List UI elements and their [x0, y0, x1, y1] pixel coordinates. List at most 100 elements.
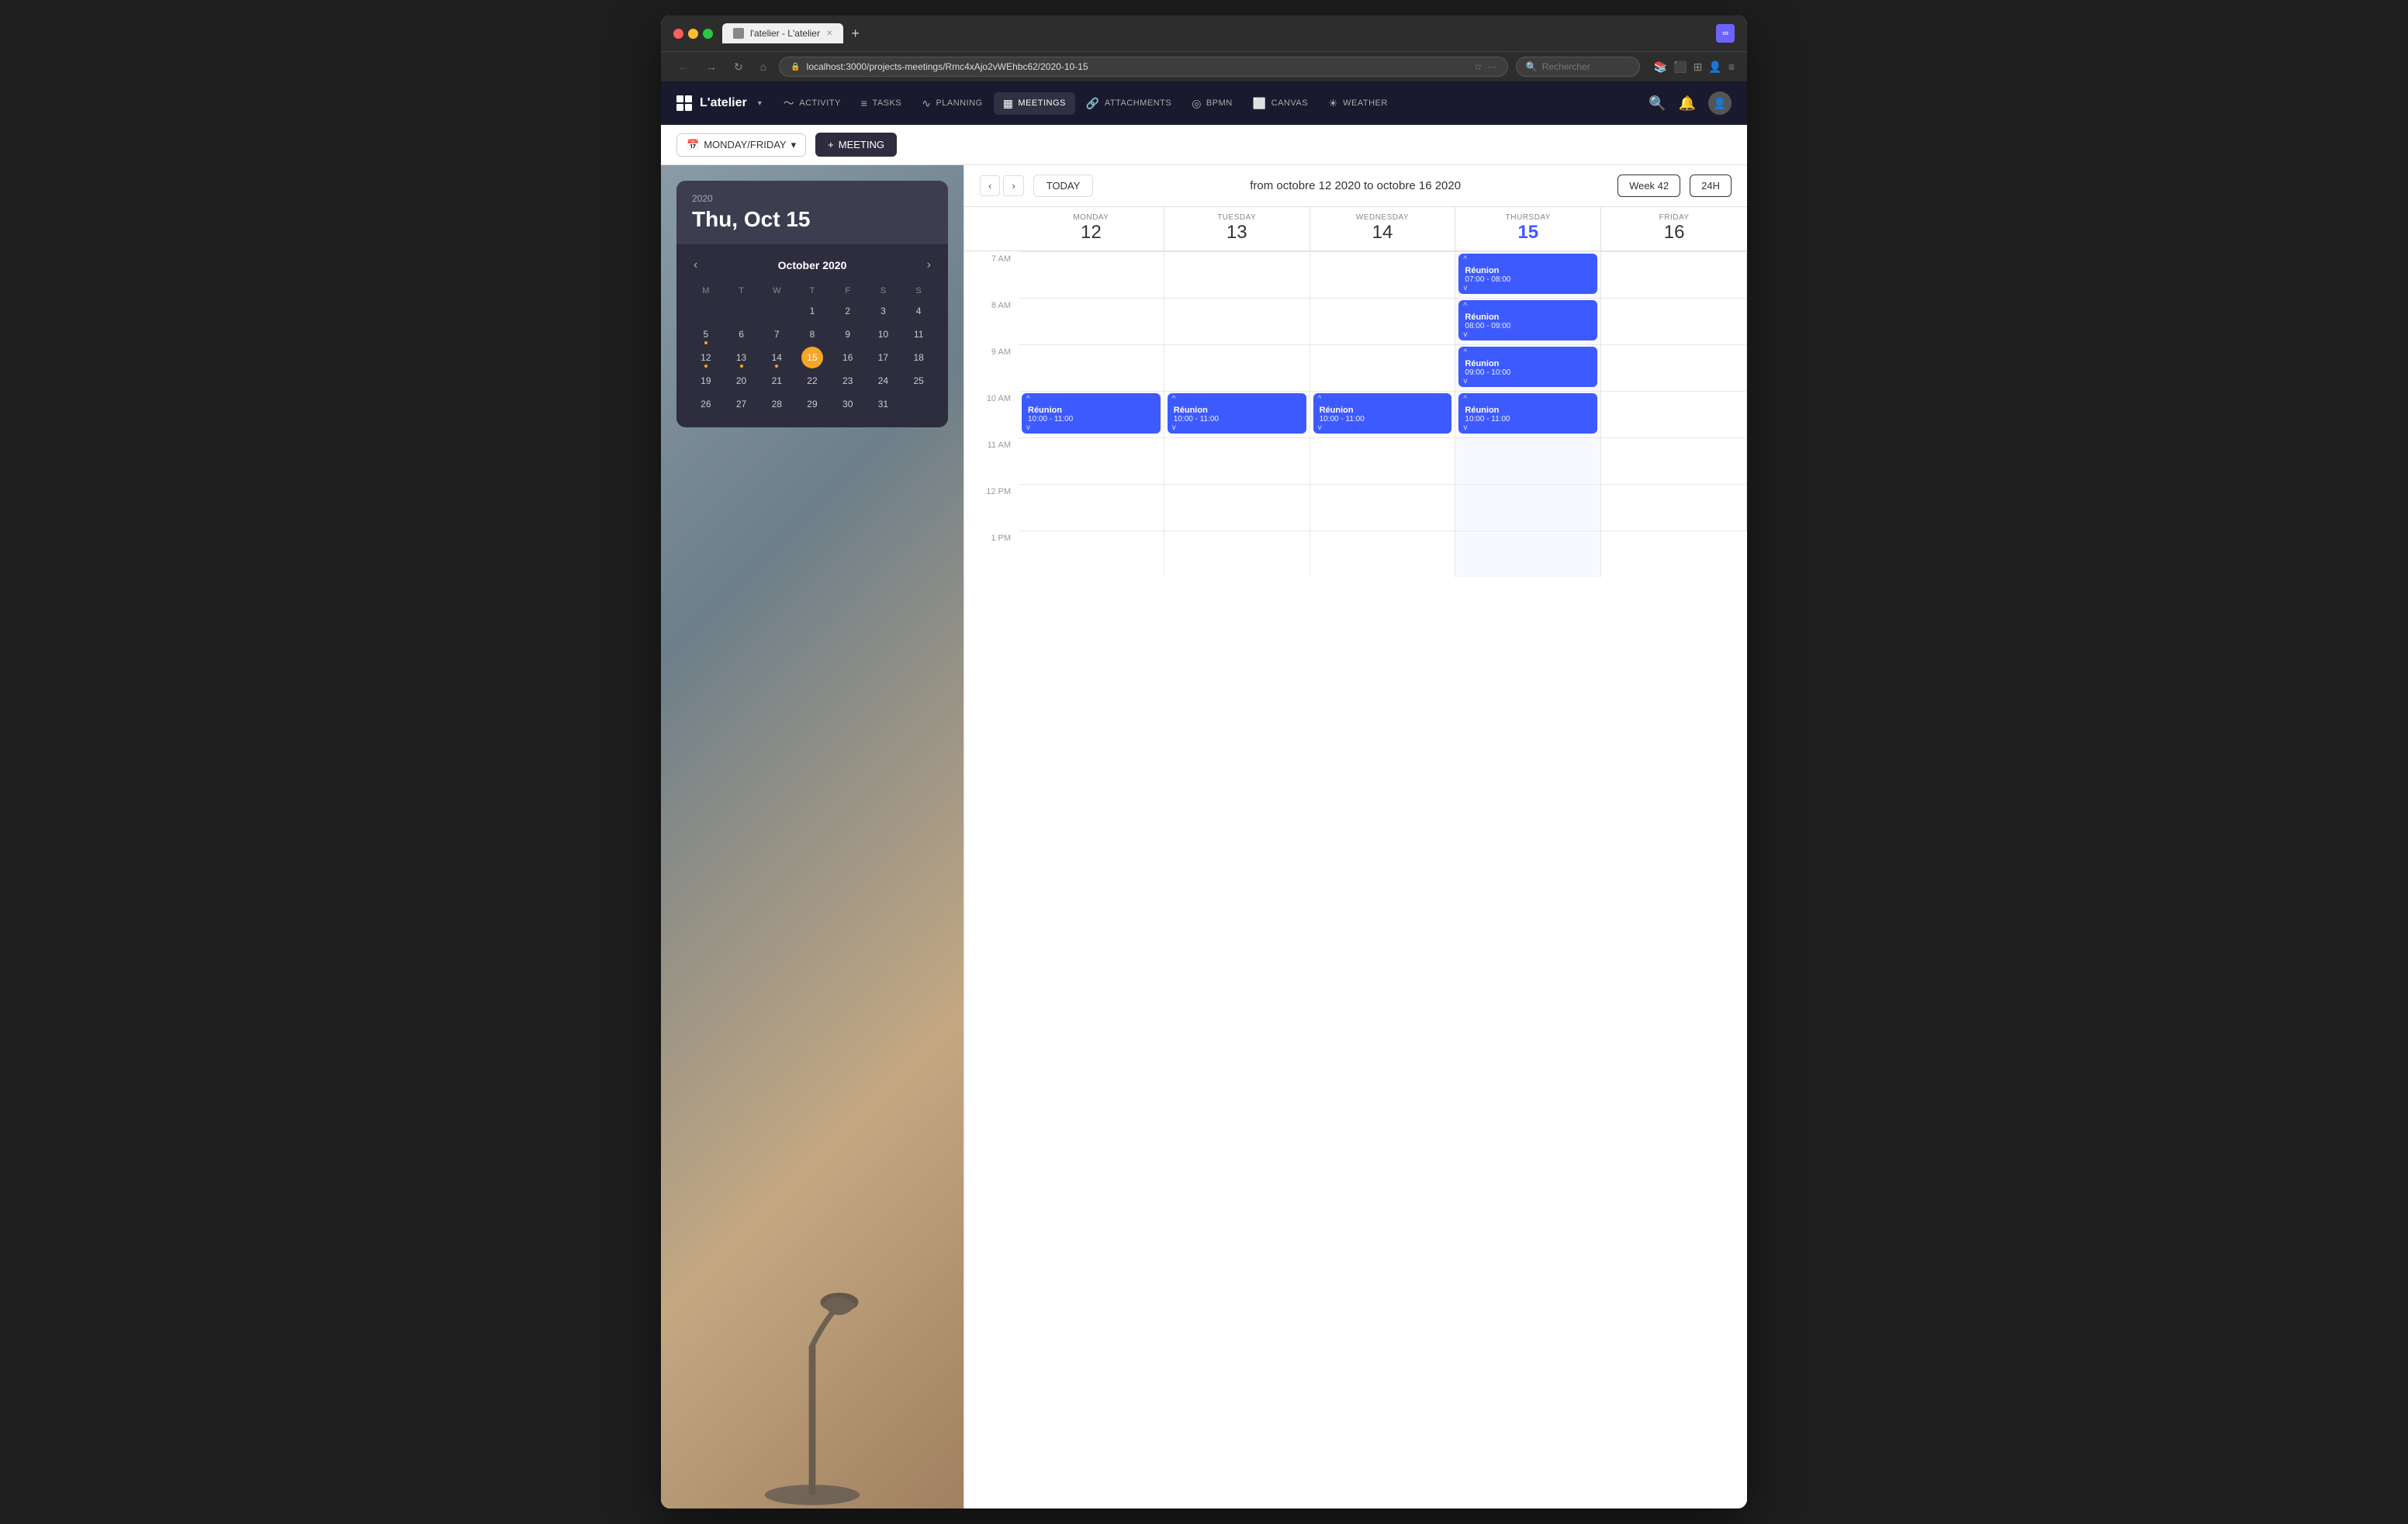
search-input[interactable] — [1542, 61, 1630, 72]
event-reunion-thu-10[interactable]: ^ Réunion 10:00 - 11:00 v — [1458, 393, 1597, 434]
time-cell-tue-11[interactable] — [1164, 437, 1310, 484]
minimize-button[interactable] — [688, 29, 698, 39]
cal-day-2[interactable]: 2 — [837, 300, 859, 322]
time-cell-fri-9[interactable] — [1601, 344, 1747, 391]
event-reunion-mon-10[interactable]: ^ Réunion 10:00 - 11:00 v — [1022, 393, 1161, 434]
address-bar[interactable]: 🔒 ☆ ··· — [779, 57, 1508, 77]
time-cell-thu-10[interactable]: ^ Réunion 10:00 - 11:00 v — [1455, 391, 1601, 437]
cal-day-17[interactable]: 17 — [872, 347, 894, 368]
time-cell-thu-11[interactable] — [1455, 437, 1601, 484]
search-button[interactable]: 🔍 — [1649, 95, 1666, 112]
time-cell-wed-7[interactable] — [1310, 251, 1456, 298]
cal-day-3[interactable]: 3 — [872, 300, 894, 322]
cal-day-26[interactable]: 26 — [695, 393, 717, 415]
nav-activity[interactable]: 〜 ACTIVITY — [774, 91, 850, 116]
cal-day-6[interactable]: 6 — [731, 323, 752, 345]
cal-day-7[interactable]: 7 — [766, 323, 787, 345]
user-avatar[interactable]: 👤 — [1708, 92, 1732, 115]
new-tab-button[interactable]: + — [846, 26, 864, 42]
cal-day-22[interactable]: 22 — [801, 370, 823, 392]
mini-cal-next-button[interactable]: › — [922, 257, 936, 274]
time-cell-mon-7[interactable] — [1019, 251, 1164, 298]
tab-close-button[interactable]: ✕ — [826, 29, 832, 38]
app-dropdown-icon[interactable]: ▾ — [758, 99, 762, 108]
time-cell-mon-8[interactable] — [1019, 298, 1164, 344]
cal-day-5[interactable]: 5 — [695, 323, 717, 345]
time-cell-mon-11[interactable] — [1019, 437, 1164, 484]
time-cell-tue-10[interactable]: ^ Réunion 10:00 - 11:00 v — [1164, 391, 1310, 437]
menu-icon[interactable]: ≡ — [1728, 60, 1735, 73]
time-cell-tue-9[interactable] — [1164, 344, 1310, 391]
time-cell-wed-9[interactable] — [1310, 344, 1456, 391]
maximize-button[interactable] — [703, 29, 713, 39]
cal-next-button[interactable]: › — [1003, 175, 1023, 196]
cal-day-12[interactable]: 12 — [695, 347, 717, 368]
time-cell-mon-12[interactable] — [1019, 484, 1164, 530]
time-cell-thu-7[interactable]: ^ Réunion 07:00 - 08:00 v — [1455, 251, 1601, 298]
time-cell-thu-8[interactable]: ^ Réunion 08:00 - 09:00 v — [1455, 298, 1601, 344]
nav-meetings[interactable]: ▦ MEETINGS — [994, 92, 1075, 115]
cal-day-28[interactable]: 28 — [766, 393, 787, 415]
nav-canvas[interactable]: ⬜ CANVAS — [1244, 92, 1317, 115]
active-tab[interactable]: l'atelier - L'atelier ✕ — [722, 23, 843, 43]
view-selector[interactable]: 📅 MONDAY/FRIDAY ▾ — [676, 133, 806, 157]
cal-prev-button[interactable]: ‹ — [980, 175, 1000, 196]
back-button[interactable]: ← — [673, 57, 694, 76]
cal-day-15-today[interactable]: 15 — [801, 347, 823, 368]
nav-bpmn[interactable]: ◎ BPMN — [1182, 92, 1242, 115]
event-reunion-thu-9[interactable]: ^ Réunion 09:00 - 10:00 v — [1458, 347, 1597, 387]
reload-button[interactable]: ↻ — [729, 57, 748, 77]
add-meeting-button[interactable]: + MEETING — [815, 133, 897, 157]
cal-day-31[interactable]: 31 — [872, 393, 894, 415]
time-cell-fri-10[interactable] — [1601, 391, 1747, 437]
bookmarks-icon[interactable]: 📚 — [1654, 60, 1667, 74]
time-cell-tue-7[interactable] — [1164, 251, 1310, 298]
event-reunion-tue-10[interactable]: ^ Réunion 10:00 - 11:00 v — [1168, 393, 1306, 434]
nav-weather[interactable]: ☀ WEATHER — [1319, 92, 1397, 115]
cal-day-9[interactable]: 9 — [837, 323, 859, 345]
reader-icon[interactable]: ⬛ — [1673, 60, 1687, 74]
cal-day-19[interactable]: 19 — [695, 370, 717, 392]
time-cell-fri-8[interactable] — [1601, 298, 1747, 344]
more-options[interactable]: ··· — [1487, 61, 1496, 72]
cal-day-24[interactable]: 24 — [872, 370, 894, 392]
cal-day-27[interactable]: 27 — [731, 393, 752, 415]
nav-tasks[interactable]: ≡ TASKS — [852, 92, 911, 114]
time-cell-tue-12[interactable] — [1164, 484, 1310, 530]
time-cell-mon-13[interactable] — [1019, 530, 1164, 577]
cal-day-8[interactable]: 8 — [801, 323, 823, 345]
event-reunion-thu-8[interactable]: ^ Réunion 08:00 - 09:00 v — [1458, 300, 1597, 340]
cal-body[interactable]: 7 AM ^ Réunion 07:00 - 08:00 v — [964, 251, 1747, 1508]
time-cell-wed-13[interactable] — [1310, 530, 1456, 577]
close-button[interactable] — [673, 29, 683, 39]
cal-day-1[interactable]: 1 — [801, 300, 823, 322]
time-cell-fri-12[interactable] — [1601, 484, 1747, 530]
cal-day-30[interactable]: 30 — [837, 393, 859, 415]
time-cell-wed-8[interactable] — [1310, 298, 1456, 344]
home-button[interactable]: ⌂ — [756, 57, 771, 76]
time-cell-wed-11[interactable] — [1310, 437, 1456, 484]
url-input[interactable] — [807, 61, 1468, 72]
notifications-button[interactable]: 🔔 — [1679, 95, 1696, 112]
forward-button[interactable]: → — [701, 57, 721, 76]
week-badge[interactable]: Week 42 — [1617, 175, 1680, 197]
time-cell-thu-9[interactable]: ^ Réunion 09:00 - 10:00 v — [1455, 344, 1601, 391]
app-name[interactable]: L'atelier — [700, 96, 747, 110]
event-reunion-thu-7[interactable]: ^ Réunion 07:00 - 08:00 v — [1458, 254, 1597, 294]
cal-day-11[interactable]: 11 — [908, 323, 929, 345]
time-cell-mon-9[interactable] — [1019, 344, 1164, 391]
profile-icon[interactable]: 👤 — [1708, 60, 1721, 74]
nav-planning[interactable]: ∿ PLANNING — [912, 92, 991, 115]
cal-day-16[interactable]: 16 — [837, 347, 859, 368]
mini-cal-prev-button[interactable]: ‹ — [689, 257, 702, 274]
time-cell-mon-10[interactable]: ^ Réunion 10:00 - 11:00 v — [1019, 391, 1164, 437]
cal-day-14[interactable]: 14 — [766, 347, 787, 368]
cal-day-4[interactable]: 4 — [908, 300, 929, 322]
time-cell-thu-12[interactable] — [1455, 484, 1601, 530]
time-cell-tue-8[interactable] — [1164, 298, 1310, 344]
time-cell-wed-10[interactable]: ^ Réunion 10:00 - 11:00 v — [1310, 391, 1456, 437]
cal-day-29[interactable]: 29 — [801, 393, 823, 415]
extension-icon[interactable]: ∞ — [1716, 24, 1735, 43]
time-cell-tue-13[interactable] — [1164, 530, 1310, 577]
search-bar[interactable]: 🔍 — [1516, 57, 1640, 77]
